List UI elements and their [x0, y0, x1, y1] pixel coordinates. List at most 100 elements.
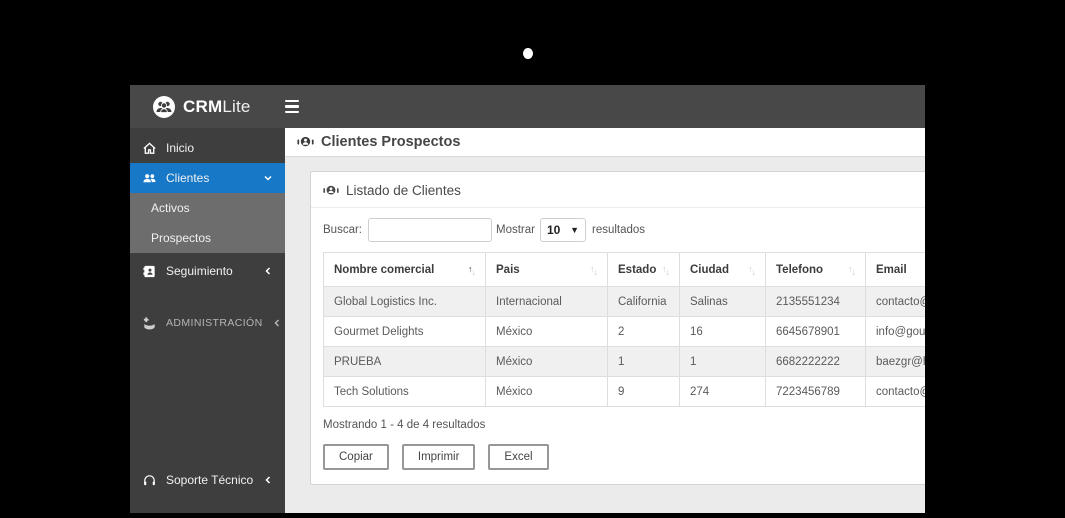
sidebar-item-label: Seguimiento: [166, 264, 233, 278]
home-icon: [143, 141, 156, 154]
cell-email: baezgr@hotma: [865, 346, 925, 377]
copy-button[interactable]: Copiar: [323, 444, 389, 470]
card-title: Listado de Clientes: [346, 183, 461, 198]
cell-estado: 1: [607, 346, 680, 377]
cell-email: contacto@tech: [865, 376, 925, 407]
sort-icons: ↑ ↓: [662, 265, 670, 277]
cell-pais: México: [485, 376, 608, 407]
cell-ciudad: Salinas: [679, 286, 766, 317]
cell-nombre: Gourmet Delights: [323, 316, 486, 347]
column-header-estado[interactable]: Estado ↑ ↓: [607, 252, 680, 287]
table-header-row: Nombre comercial ↑ ↓ Pais ↑ ↓ Estado ↑ ↓ Ciuda…: [323, 252, 925, 287]
clients-group-icon: [323, 185, 339, 195]
admin-tools-icon: [143, 316, 155, 329]
cell-telefono: 6645678901: [765, 316, 866, 347]
sidebar-item-label: Soporte Técnico: [166, 473, 254, 487]
print-button[interactable]: Imprimir: [401, 444, 476, 470]
cell-nombre: PRUEBA: [323, 346, 486, 377]
search-input[interactable]: [368, 218, 492, 242]
page-size-value: 10: [546, 223, 561, 237]
column-header-email[interactable]: Email: [865, 252, 925, 287]
logo-people-icon: [153, 95, 175, 118]
column-header-telefono[interactable]: Telefono ↑ ↓: [765, 252, 866, 287]
cell-nombre: Global Logistics Inc.: [323, 286, 486, 317]
caret-down-icon: ▼: [570, 225, 579, 235]
clients-table: Nombre comercial ↑ ↓ Pais ↑ ↓ Estado ↑ ↓ Ciuda…: [323, 252, 925, 407]
sidebar-item-inicio[interactable]: Inicio: [130, 133, 285, 163]
cell-estado: 2: [607, 316, 680, 347]
sort-desc-icon: ↓: [471, 267, 476, 277]
cell-telefono: 7223456789: [765, 376, 866, 407]
sidebar: Inicio Clientes Activos Prospectos Segui…: [130, 128, 285, 513]
chevron-left-icon: [274, 319, 279, 327]
results-label: resultados: [591, 224, 646, 236]
app-window: CRMLite Inicio Clientes Activos Prospect…: [130, 85, 925, 513]
sidebar-item-seguimiento[interactable]: Seguimiento: [130, 256, 285, 286]
sidebar-item-label: Activos: [151, 201, 190, 215]
sidebar-item-label: Prospectos: [151, 231, 212, 245]
cell-email: info@gourmeto: [865, 316, 925, 347]
table-row[interactable]: Gourmet Delights México 2 16 6645678901 …: [323, 316, 925, 347]
sort-icons: ↑ ↓: [848, 265, 856, 277]
excel-button[interactable]: Excel: [488, 444, 549, 470]
cell-telefono: 6682222222: [765, 346, 866, 377]
app-logo[interactable]: CRMLite: [130, 95, 263, 119]
column-header-pais[interactable]: Pais ↑ ↓: [485, 252, 608, 287]
sort-icons: ↑ ↓: [590, 265, 598, 277]
cell-pais: Internacional: [485, 286, 608, 317]
clientes-submenu: Activos Prospectos: [130, 193, 285, 253]
clients-card: Listado de Clientes Buscar: Mostrar 10 ▼…: [310, 171, 925, 485]
page-size-select[interactable]: 10 ▼: [539, 218, 586, 242]
table-row[interactable]: Tech Solutions México 9 274 7223456789 c…: [323, 376, 925, 407]
sidebar-item-label: Clientes: [166, 171, 210, 185]
column-header-nombre-comercial[interactable]: Nombre comercial ↑ ↓: [323, 252, 486, 287]
cell-pais: México: [485, 346, 608, 377]
sidebar-item-prospectos[interactable]: Prospectos: [130, 223, 285, 253]
card-header: Listado de Clientes: [311, 172, 925, 208]
search-label: Buscar:: [323, 224, 362, 236]
show-label: Mostrar: [496, 224, 535, 236]
main-area: Clientes Prospectos Listado de Clientes: [285, 128, 925, 513]
export-buttons: Copiar Imprimir Excel: [323, 444, 925, 470]
chevron-left-icon: [265, 267, 271, 275]
sort-desc-icon: ↓: [665, 267, 670, 277]
clients-group-icon: [297, 136, 314, 147]
screenshot-background: CRMLite Inicio Clientes Activos Prospect…: [0, 0, 1065, 518]
results-summary: Mostrando 1 - 4 de 4 resultados: [323, 419, 486, 431]
cell-pais: México: [485, 316, 608, 347]
cursor-dot: [523, 48, 533, 59]
sort-icons: ↑ ↓: [748, 265, 756, 277]
menu-toggle-icon[interactable]: [281, 96, 303, 118]
sort-desc-icon: ↓: [751, 267, 756, 277]
address-book-icon: [143, 265, 155, 277]
sort-icons: ↑ ↓: [468, 265, 476, 277]
column-header-ciudad[interactable]: Ciudad ↑ ↓: [679, 252, 766, 287]
topbar: CRMLite: [130, 85, 925, 128]
app-title: CRMLite: [183, 96, 251, 116]
chevron-down-icon: [264, 175, 272, 181]
page-header: Clientes Prospectos: [285, 128, 925, 157]
users-icon: [143, 173, 156, 182]
card-body: Buscar: Mostrar 10 ▼ resultados Nombre c…: [311, 208, 925, 484]
sidebar-item-administracion[interactable]: ADMINISTRACIÓN: [130, 308, 285, 338]
page-title: Clientes Prospectos: [321, 134, 461, 150]
cell-ciudad: 16: [679, 316, 766, 347]
sidebar-item-label: Inicio: [166, 141, 195, 155]
sidebar-item-label: ADMINISTRACIÓN: [166, 317, 263, 329]
sidebar-item-activos[interactable]: Activos: [130, 193, 285, 223]
table-row[interactable]: Global Logistics Inc. Internacional Cali…: [323, 286, 925, 317]
sidebar-item-soporte-tecnico[interactable]: Soporte Técnico: [130, 465, 285, 495]
table-row[interactable]: PRUEBA México 1 1 6682222222 baezgr@hotm…: [323, 346, 925, 377]
sidebar-item-clientes[interactable]: Clientes: [130, 163, 285, 193]
headset-icon: [144, 474, 155, 485]
cell-email: contacto@glob: [865, 286, 925, 317]
chevron-left-icon: [265, 476, 271, 484]
sort-desc-icon: ↓: [593, 267, 598, 277]
cell-ciudad: 1: [679, 346, 766, 377]
table-controls: Buscar: Mostrar 10 ▼ resultados: [323, 218, 925, 242]
cell-estado: 9: [607, 376, 680, 407]
cell-telefono: 2135551234: [765, 286, 866, 317]
cell-ciudad: 274: [679, 376, 766, 407]
sort-desc-icon: ↓: [851, 267, 856, 277]
cell-estado: California: [607, 286, 680, 317]
